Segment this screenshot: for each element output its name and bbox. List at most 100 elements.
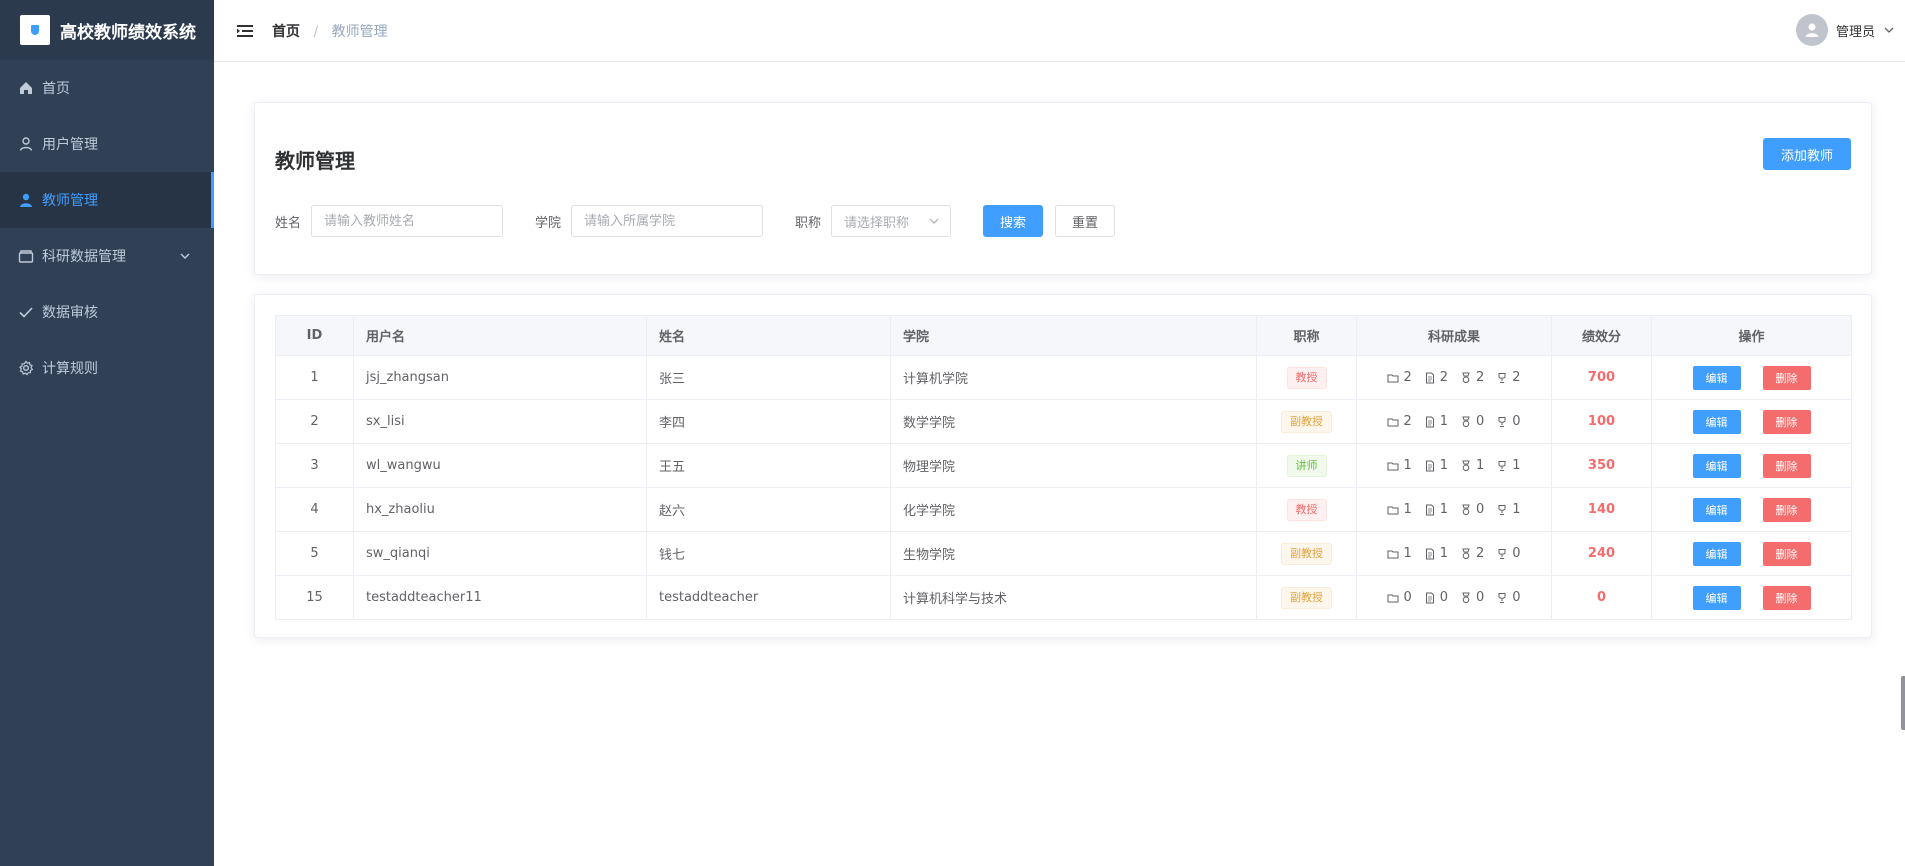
- cell-research: 0 0 0 0: [1356, 575, 1552, 620]
- title-tag: 教授: [1286, 498, 1327, 521]
- cell-ops: 编辑 删除: [1651, 487, 1852, 532]
- award-medal-icon: [1462, 504, 1470, 515]
- cell-research: 1 1 0 1: [1356, 487, 1552, 532]
- title-tag: 副教授: [1281, 410, 1332, 433]
- breadcrumb-home[interactable]: 首页: [272, 24, 300, 40]
- name-label: 姓名: [275, 215, 302, 231]
- projects-stat: 1: [1387, 546, 1412, 561]
- table-row: 5 sw_qianqi 钱七 生物学院 副教授 1 1 2 0 240 编辑 删除: [275, 531, 1852, 576]
- table-row: 4 hx_zhaoliu 赵六 化学学院 教授 1 1 0 1 140 编辑 删除: [275, 487, 1852, 532]
- cell-score: 0: [1551, 575, 1652, 620]
- trophies-count: 1: [1512, 502, 1521, 517]
- title-tag: 教授: [1286, 366, 1327, 389]
- college-label: 学院: [535, 215, 562, 231]
- title-tag: 副教授: [1281, 586, 1332, 609]
- papers-stat: 2: [1424, 370, 1448, 385]
- papers-stat: 1: [1424, 502, 1448, 517]
- main-content: 教师管理 添加教师 姓名 学院 职称 请选择职称 搜索 重置: [214, 62, 1905, 866]
- trophy-icon: [1498, 548, 1506, 559]
- awards-count: 0: [1476, 502, 1485, 517]
- cell-college: 物理学院: [890, 443, 1257, 488]
- projects-count: 0: [1403, 590, 1412, 605]
- cell-research: 2 1 0 0: [1356, 399, 1552, 444]
- sidebar-item-label: 首页: [42, 81, 70, 97]
- papers-stat: 0: [1424, 590, 1448, 605]
- search-button[interactable]: 搜索: [983, 205, 1044, 237]
- cell-score: 140: [1551, 487, 1652, 532]
- user-menu[interactable]: 管理员: [1795, 14, 1895, 46]
- projects-stat: 2: [1387, 370, 1412, 385]
- menu-toggle-icon[interactable]: [236, 22, 254, 40]
- cell-username: wl_wangwu: [353, 443, 647, 488]
- papers-count: 1: [1439, 414, 1448, 429]
- sidebar-item-data-review[interactable]: 数据审核: [0, 284, 214, 340]
- column-header-score[interactable]: 绩效分: [1551, 315, 1652, 356]
- award-medal-icon: [1462, 372, 1470, 383]
- scrollbar-handle[interactable]: [1901, 676, 1905, 730]
- sidebar-item-label: 计算规则: [42, 361, 98, 377]
- delete-button[interactable]: 删除: [1762, 409, 1811, 434]
- trophy-icon: [1498, 460, 1506, 471]
- name-input[interactable]: [311, 205, 504, 237]
- cell-ops: 编辑 删除: [1651, 575, 1852, 620]
- cell-college: 数学学院: [890, 399, 1257, 444]
- cell-name: 王五: [646, 443, 891, 488]
- sidebar-item-teachers[interactable]: 教师管理: [0, 172, 214, 228]
- cell-score: 240: [1551, 531, 1652, 576]
- logo-icon: [20, 15, 50, 45]
- sidebar-item-calc-rules[interactable]: 计算规则: [0, 340, 214, 396]
- edit-button[interactable]: 编辑: [1692, 453, 1741, 478]
- projects-count: 1: [1403, 502, 1412, 517]
- column-header-username[interactable]: 用户名: [353, 315, 647, 356]
- add-teacher-button[interactable]: 添加教师: [1763, 138, 1851, 170]
- table-body: 1 jsj_zhangsan 张三 计算机学院 教授 2 2 2 2 700 编辑 删除 2 sx_lis…: [275, 355, 1852, 620]
- delete-button[interactable]: 删除: [1762, 585, 1811, 610]
- college-input[interactable]: [571, 205, 764, 237]
- edit-button[interactable]: 编辑: [1692, 585, 1741, 610]
- edit-button[interactable]: 编辑: [1692, 409, 1741, 434]
- cell-id: 1: [275, 355, 354, 400]
- title-select[interactable]: 请选择职称: [831, 205, 952, 237]
- project-folder-icon: [1387, 462, 1399, 470]
- trophy-icon: [1498, 504, 1506, 515]
- paper-document-icon: [1425, 372, 1434, 383]
- delete-button[interactable]: 删除: [1762, 497, 1811, 522]
- sidebar-item-home[interactable]: 首页: [0, 60, 214, 116]
- award-medal-icon: [1462, 592, 1470, 603]
- cell-research: 1 1 1 1: [1356, 443, 1552, 488]
- cell-title: 教授: [1256, 487, 1357, 532]
- cell-username: testaddteacher11: [353, 575, 647, 620]
- trophies-count: 1: [1512, 458, 1521, 473]
- awards-stat: 0: [1460, 590, 1484, 605]
- reset-button[interactable]: 重置: [1055, 205, 1116, 237]
- table-header-row: ID 用户名 姓名 学院 职称 科研成果 绩效分 操作: [275, 315, 1852, 356]
- project-folder-icon: [1387, 594, 1399, 602]
- sidebar-item-users[interactable]: 用户管理: [0, 116, 214, 172]
- column-header-title[interactable]: 职称: [1256, 315, 1357, 356]
- award-medal-icon: [1462, 460, 1470, 471]
- delete-button[interactable]: 删除: [1762, 541, 1811, 566]
- award-medal-icon: [1462, 548, 1470, 559]
- paper-document-icon: [1425, 416, 1434, 427]
- edit-button[interactable]: 编辑: [1692, 497, 1741, 522]
- edit-button[interactable]: 编辑: [1692, 541, 1741, 566]
- title-tag: 副教授: [1281, 542, 1332, 565]
- sidebar-item-research-data[interactable]: 科研数据管理: [0, 228, 214, 284]
- papers-stat: 1: [1424, 414, 1448, 429]
- breadcrumb: 首页 / 教师管理: [272, 21, 388, 41]
- trophies-count: 0: [1512, 546, 1521, 561]
- column-header-name[interactable]: 姓名: [646, 315, 891, 356]
- column-header-college[interactable]: 学院: [890, 315, 1257, 356]
- edit-button[interactable]: 编辑: [1692, 365, 1741, 390]
- trophies-stat: 2: [1496, 370, 1521, 385]
- delete-button[interactable]: 删除: [1762, 365, 1811, 390]
- search-card: 教师管理 添加教师 姓名 学院 职称 请选择职称 搜索 重置: [254, 102, 1872, 275]
- chevron-down-icon: [180, 253, 190, 259]
- column-header-id[interactable]: ID: [275, 315, 354, 356]
- column-header-research[interactable]: 科研成果: [1356, 315, 1552, 356]
- cell-username: hx_zhaoliu: [353, 487, 647, 532]
- cell-name: 张三: [646, 355, 891, 400]
- table-row: 1 jsj_zhangsan 张三 计算机学院 教授 2 2 2 2 700 编辑 删除: [275, 355, 1852, 400]
- delete-button[interactable]: 删除: [1762, 453, 1811, 478]
- cell-ops: 编辑 删除: [1651, 399, 1852, 444]
